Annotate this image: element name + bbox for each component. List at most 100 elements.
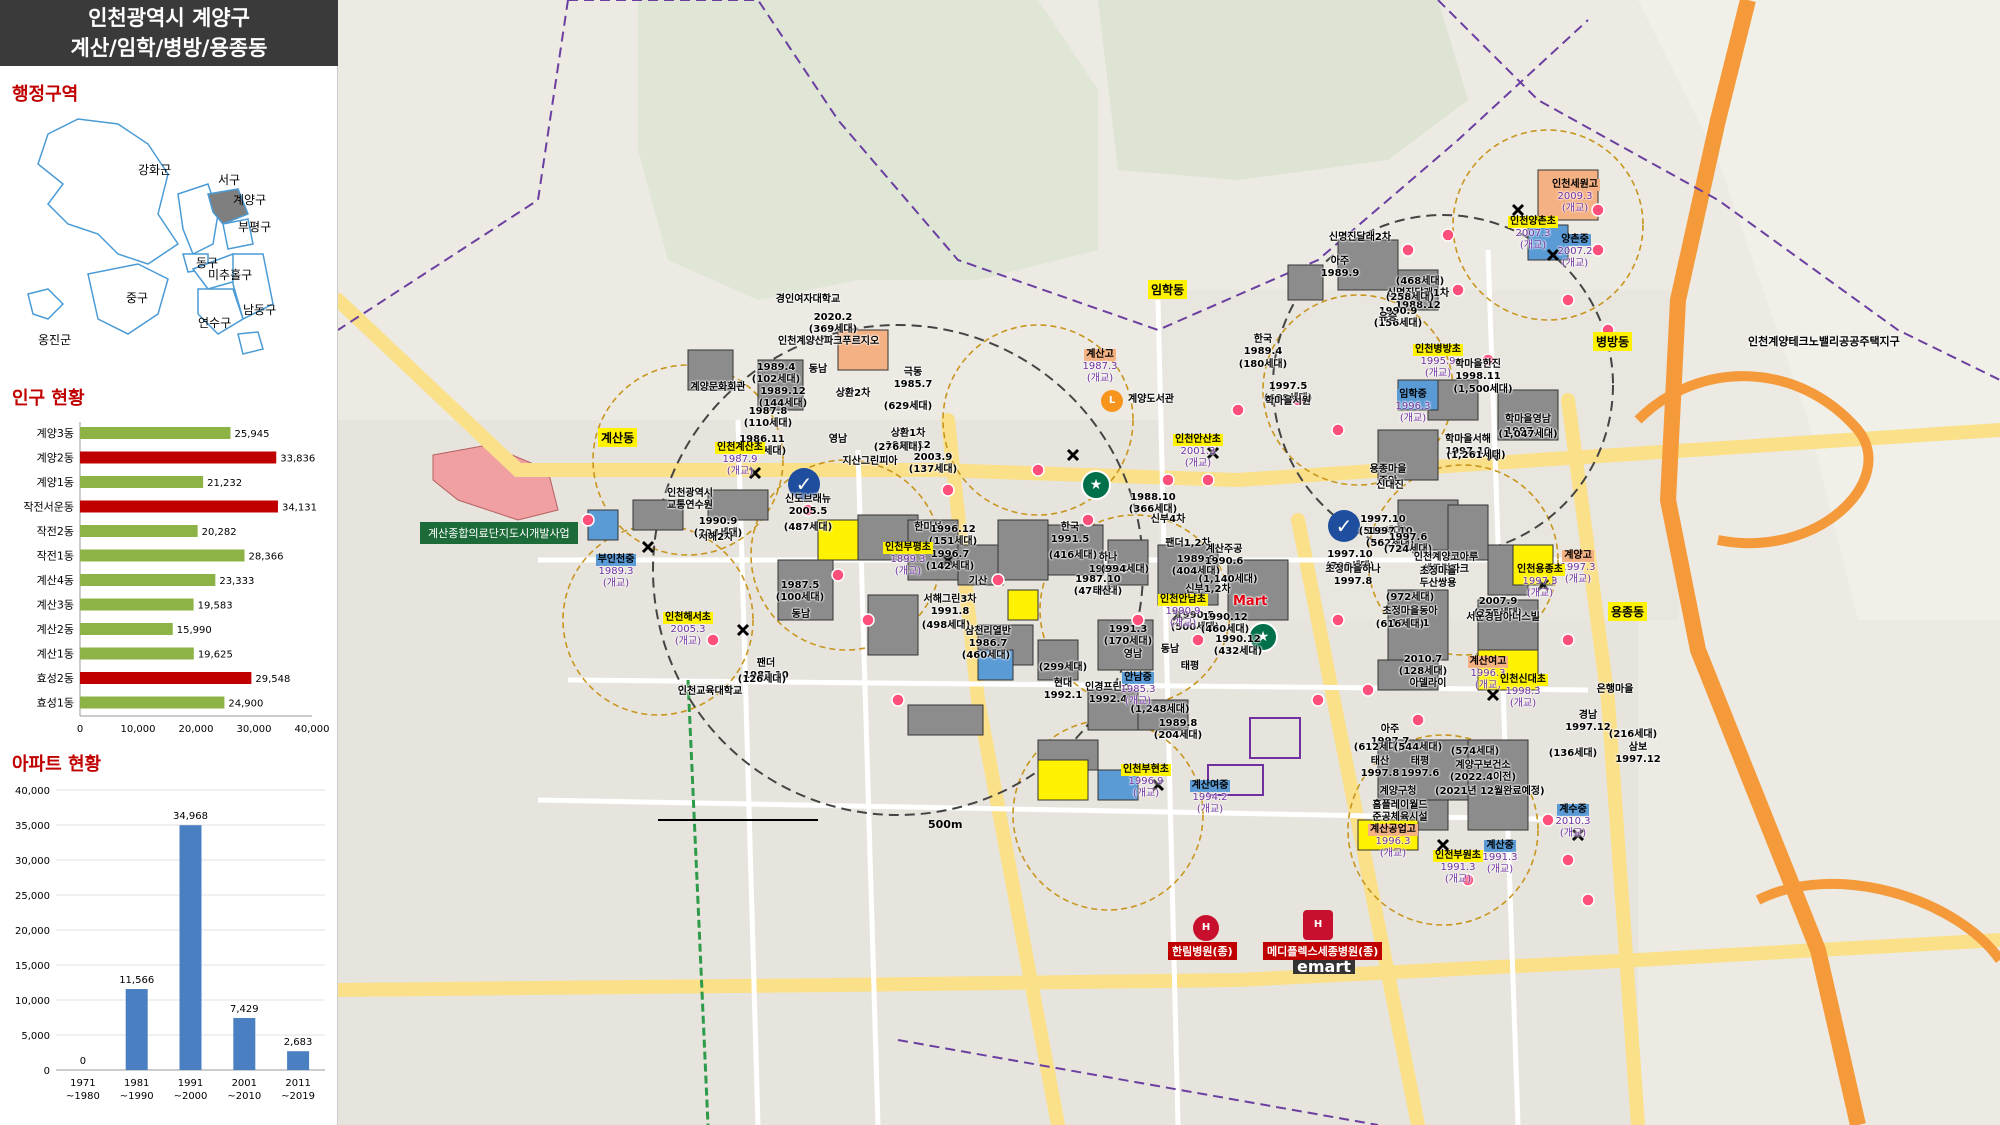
apartment-label: 1988.10 (366세대) bbox=[1113, 492, 1193, 516]
apartment-name: 인천교육대학교 bbox=[677, 686, 743, 697]
y-tick-label: 계양3동 bbox=[37, 427, 74, 440]
y-tick-label: 계산1동 bbox=[37, 648, 74, 661]
apartment-name: 초정마을동아 bbox=[1382, 606, 1438, 617]
x-tick-label: ~2000 bbox=[174, 1091, 208, 1102]
apartment-name: 2003.9 bbox=[913, 452, 953, 463]
apartment-label: (299세대) bbox=[1023, 662, 1103, 674]
hospital-label: 메디플렉스세종병원(종) bbox=[1263, 942, 1383, 960]
bar bbox=[80, 598, 194, 611]
apartment-label: (2021년 12월완료예정) bbox=[1435, 786, 1545, 798]
school-label: 인천부평초 1899.3 (개교) bbox=[873, 542, 943, 578]
apartment-name: 1990.9 bbox=[698, 516, 738, 527]
poi-dot bbox=[1561, 853, 1575, 867]
school-note: (개교) bbox=[1486, 864, 1514, 875]
poi-dot bbox=[1361, 683, 1375, 697]
apartment-name: 한국 bbox=[1060, 522, 1080, 533]
school-note: (개교) bbox=[1526, 588, 1554, 599]
scale-label: 500m bbox=[928, 818, 963, 831]
admin-label: 미추홀구 bbox=[208, 268, 252, 282]
y-tick-label: 0 bbox=[44, 1066, 50, 1077]
apartment-name: 아주 bbox=[1380, 724, 1400, 735]
data-label: 15,990 bbox=[177, 625, 212, 636]
school-year: 1989.3 bbox=[598, 566, 634, 577]
apartment-name: 1987.8 bbox=[748, 406, 788, 417]
school-name: 인천양촌초 bbox=[1508, 216, 1558, 228]
poi-dot bbox=[861, 613, 875, 627]
data-label: 21,232 bbox=[207, 478, 242, 489]
data-label: 2,683 bbox=[284, 1037, 313, 1048]
apartment-name: (972세대) bbox=[1385, 592, 1435, 603]
apartment-label: 1990.12 (432세대) bbox=[1198, 634, 1278, 658]
school-label: 인천용종초 1997.3 (개교) bbox=[1505, 564, 1575, 600]
x-tick-label: 1971 bbox=[70, 1078, 95, 1089]
school-name: 계산고 bbox=[1084, 349, 1116, 361]
apartment-label: 계양구보건소 (2022.4이전) bbox=[1443, 760, 1523, 784]
emart-logo: emart bbox=[1293, 959, 1355, 975]
apartment-name: 1997.10 bbox=[1327, 549, 1373, 560]
bar bbox=[287, 1051, 310, 1070]
apartment-name: 1987.10 bbox=[1075, 574, 1121, 585]
data-label: 25,945 bbox=[234, 429, 269, 440]
park-area bbox=[638, 0, 1098, 300]
school-note: (개교) bbox=[1424, 368, 1452, 379]
apartment-label: (972세대) bbox=[1370, 592, 1450, 604]
school-year: 2009.3 bbox=[1557, 191, 1593, 202]
apartment-label: 서해그린3차 1991.8 bbox=[910, 594, 990, 618]
apartment-name: 초정마을 bbox=[1419, 566, 1457, 577]
school-year: 2001.3 bbox=[1180, 446, 1216, 457]
apartment-label: (1,261세대) bbox=[1436, 450, 1516, 462]
school-note: (개교) bbox=[1561, 203, 1589, 214]
apartment-name: 홈플레이월드 bbox=[1372, 800, 1428, 811]
apartment-label: 서운경남아너스빌 bbox=[1463, 612, 1543, 624]
apartment-label: 유승 bbox=[1348, 312, 1428, 324]
bar bbox=[125, 989, 148, 1070]
bar bbox=[80, 696, 225, 709]
population-chart: 계양3동 25,945 계양2동 33,836 계양1동 21,232 작전서운동 34,13… bbox=[23, 422, 330, 735]
apartment-label: 인천계양산파크푸르지오 bbox=[778, 336, 879, 348]
school-label: 인천병방초 1995.9 (개교) bbox=[1403, 344, 1473, 380]
apartment-name: 계산주공 bbox=[1205, 544, 1243, 555]
school-label: 임학중 1996.3 (개교) bbox=[1378, 389, 1448, 425]
district-boundary bbox=[338, 0, 569, 331]
admin-label: 중구 bbox=[126, 291, 148, 305]
apartment-info: 교통연수원 bbox=[667, 500, 713, 511]
apartment-info: 1986.7 bbox=[968, 638, 1008, 649]
bar bbox=[80, 574, 216, 586]
apartment-label: 아주 1989.9 bbox=[1300, 256, 1380, 280]
school-label: 인천부현초 1996.9 (개교) bbox=[1111, 764, 1181, 800]
apartment-name: (1,261세대) bbox=[1446, 450, 1506, 461]
y-tick-label: 작전1동 bbox=[37, 550, 74, 563]
school-year: 1995.9 bbox=[1420, 356, 1456, 367]
data-label: 28,366 bbox=[249, 552, 284, 563]
map-view[interactable]: 임학동 계산동 병방동 용종동 계산종합의료단지도시개발사업 인천계양테크노밸리… bbox=[338, 0, 2000, 1125]
poi-dot bbox=[1161, 473, 1175, 487]
apartment-label: 2003.9 (137세대) bbox=[893, 452, 973, 476]
school-name: 계산여중 bbox=[1189, 780, 1231, 792]
apartment-label: 인천교육대학교 bbox=[670, 686, 750, 698]
x-tick-label: 0 bbox=[77, 724, 83, 735]
apartment-label: 홈플레이월드 준공체육시설 bbox=[1360, 800, 1440, 824]
data-label: 0 bbox=[80, 1056, 86, 1067]
school-note: (개교) bbox=[1561, 258, 1589, 269]
school-name: 인천계산초 bbox=[715, 442, 765, 454]
admin-label: 부평구 bbox=[238, 220, 271, 234]
admin-label: 옹진군 bbox=[38, 333, 71, 347]
apartment-info: (369세대) bbox=[808, 324, 858, 335]
school-note: (개교) bbox=[1086, 373, 1114, 384]
y-tick-label: 40,000 bbox=[15, 786, 50, 797]
school-year: 1990.9 bbox=[1165, 606, 1201, 617]
y-tick-label: 25,000 bbox=[15, 891, 50, 902]
apartment-label: (487세대) bbox=[768, 522, 848, 534]
apartment-info: 두산쌍용 bbox=[1419, 578, 1457, 589]
apartment-label: 삼천리열반 1986.7 bbox=[948, 626, 1028, 650]
data-label: 29,548 bbox=[255, 674, 290, 685]
apartment-name: (2021년 12월완료예정) bbox=[1435, 786, 1545, 797]
bar bbox=[80, 623, 173, 635]
school-label: 양촌중 2007.2 (개교) bbox=[1540, 234, 1610, 270]
apartment-label: 은행마을 bbox=[1575, 684, 1655, 696]
apartment-name: (460세대) bbox=[961, 650, 1011, 661]
apartment-name: 기산 bbox=[968, 576, 988, 587]
population-section-title: 인구 현황 bbox=[12, 388, 85, 409]
school-note: (개교) bbox=[1196, 804, 1224, 815]
apartment-info: 1992.1 bbox=[1043, 690, 1083, 701]
